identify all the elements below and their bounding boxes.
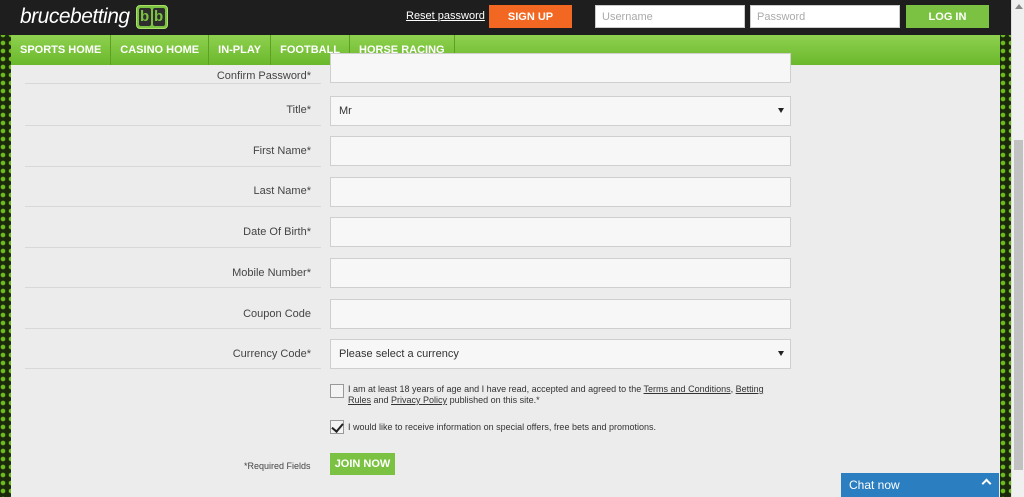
terms-text: I am at least 18 years of age and I have… (348, 384, 768, 406)
first-name-field[interactable] (330, 136, 791, 166)
dob-field[interactable] (330, 217, 791, 247)
title-value: Mr (339, 105, 352, 117)
signup-button[interactable]: SIGN UP (489, 5, 572, 28)
reset-password-link[interactable]: Reset password (406, 10, 485, 22)
scroll-up-arrow-icon[interactable] (1015, 4, 1023, 9)
confirm-password-field[interactable] (330, 53, 791, 83)
offers-row: I would like to receive information on s… (330, 420, 768, 434)
chat-label: Chat now (849, 478, 900, 492)
top-bar: brucebetting b b Reset password SIGN UP … (0, 0, 1024, 35)
badge-letter-1: b (138, 8, 151, 26)
coupon-label: Coupon Code (243, 308, 311, 320)
terms-text-before: I am at least 18 years of age and I have… (348, 384, 644, 394)
offers-checkbox[interactable] (330, 420, 344, 434)
title-label: Title* (286, 104, 311, 116)
first-name-label: First Name* (252, 145, 311, 157)
coupon-field[interactable] (330, 299, 791, 329)
form-row-currency: Currency Code* (25, 328, 321, 369)
scrollbar-thumb[interactable] (1014, 140, 1023, 470)
offers-text: I would like to receive information on s… (348, 422, 656, 432)
join-now-button[interactable]: JOIN NOW (330, 453, 395, 475)
dropdown-arrow-icon (778, 108, 784, 113)
terms-text-after: published on this site.* (447, 395, 540, 405)
chat-widget[interactable]: Chat now (841, 473, 999, 497)
form-row-confirm-password: Confirm Password* (25, 43, 321, 84)
login-button[interactable]: LOG IN (906, 5, 989, 28)
required-fields-note: *Required Fields (244, 461, 311, 471)
brand-logo[interactable]: brucebetting b b (20, 4, 168, 30)
currency-select[interactable]: Please select a currency (330, 339, 791, 369)
form-row-dob: Date Of Birth* (25, 207, 321, 248)
username-input[interactable]: Username (595, 5, 745, 28)
currency-label: Currency Code* (232, 348, 311, 360)
page-scrollbar[interactable] (1011, 0, 1024, 497)
dob-label: Date Of Birth* (243, 226, 311, 238)
currency-value: Please select a currency (339, 348, 459, 360)
form-row-mobile: Mobile Number* (25, 247, 321, 288)
last-name-field[interactable] (330, 177, 791, 207)
brand-badge-icon: b b (135, 5, 168, 29)
title-select[interactable]: Mr (330, 96, 791, 126)
form-row-first-name: First Name* (25, 126, 321, 167)
terms-link[interactable]: Terms and Conditions (644, 384, 731, 394)
terms-checkbox[interactable] (330, 384, 344, 398)
dropdown-arrow-icon (778, 351, 784, 356)
chevron-up-icon[interactable] (981, 478, 992, 489)
form-row-title: Title* (25, 85, 321, 126)
mobile-label: Mobile Number* (232, 267, 311, 279)
password-input[interactable]: Password (750, 5, 900, 28)
terms-row: I am at least 18 years of age and I have… (330, 384, 768, 406)
badge-letter-2: b (152, 8, 165, 26)
last-name-label: Last Name* (253, 185, 311, 197)
confirm-password-label: Confirm Password* (216, 70, 311, 82)
form-row-last-name: Last Name* (25, 166, 321, 207)
mobile-field[interactable] (330, 258, 791, 288)
privacy-policy-link[interactable]: Privacy Policy (391, 395, 447, 405)
form-row-coupon: Coupon Code (25, 288, 321, 329)
terms-and: and (371, 395, 392, 405)
registration-form: Confirm Password* Title* Mr First Name* … (11, 53, 1000, 497)
brand-name: brucebetting (20, 5, 130, 28)
